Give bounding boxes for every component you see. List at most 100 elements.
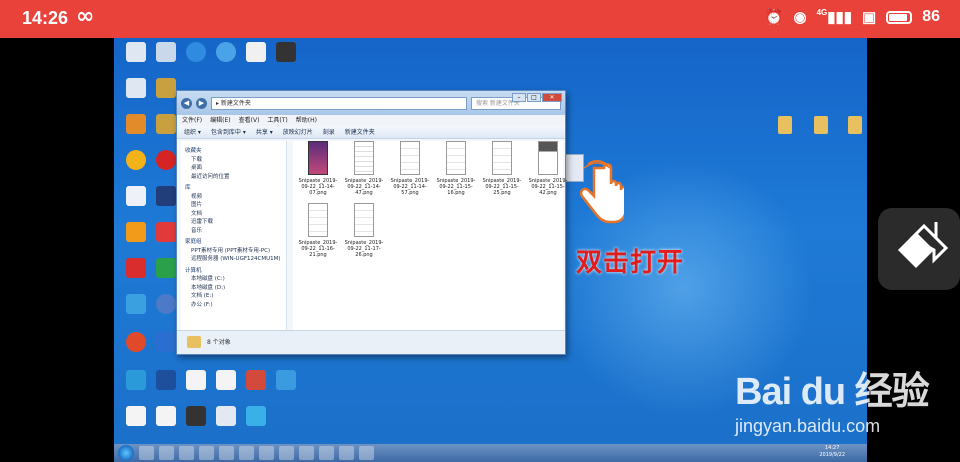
taskbar-app[interactable] [339, 446, 354, 460]
nav-item[interactable]: 远程服务器 (WIN-UGF124CMU1M) [181, 255, 286, 264]
file-item[interactable]: Snipaste_2019-09-22_11-15-42.png [525, 141, 571, 196]
desktop-icon[interactable] [236, 406, 276, 428]
floating-control-button[interactable] [878, 208, 960, 290]
nav-item[interactable]: 文档 [181, 210, 286, 219]
nav-item[interactable]: 音乐 [181, 227, 286, 236]
baidu-logo: Bai du 经验 [735, 371, 930, 413]
include-library-button[interactable]: 包含到库中 ▾ [211, 126, 246, 138]
taskbar-app[interactable] [159, 446, 174, 460]
nav-item[interactable]: 最近访问的位置 [181, 173, 286, 182]
maximize-button[interactable]: □ [527, 93, 541, 102]
file-name: Snipaste_2019-09-22_11-15-16.png [436, 178, 476, 196]
nav-libraries[interactable]: 库 [181, 184, 286, 193]
file-name: Snipaste_2019-09-22_11-14-57.png [390, 178, 430, 196]
menu-view[interactable]: 查看(V) [239, 115, 260, 126]
file-item[interactable]: Snipaste_2019-09-22_11-16-21.png [295, 203, 341, 258]
taskbar-clock[interactable]: 14:27 2019/9/22 [819, 445, 845, 459]
nav-item[interactable]: 桌面 [181, 164, 286, 173]
menu-tools[interactable]: 工具(T) [267, 115, 287, 126]
image-thumbnail [354, 141, 374, 175]
nav-item[interactable]: 视频 [181, 193, 286, 202]
start-button[interactable] [118, 445, 134, 461]
desktop-icon[interactable] [266, 370, 306, 392]
status-time: 14:26 [22, 8, 69, 28]
taskbar-app[interactable] [239, 446, 254, 460]
desktop-icon[interactable] [266, 42, 306, 64]
file-list: Snipaste_2019-09-22_11-14-07.png Snipast… [293, 141, 567, 331]
burn-button[interactable]: 刻录 [323, 126, 335, 138]
taskbar-app[interactable] [199, 446, 214, 460]
file-item[interactable]: Snipaste_2019-09-22_11-14-07.png [295, 141, 341, 196]
battery-icon [886, 10, 913, 24]
new-folder-button[interactable]: 新建文件夹 [345, 126, 375, 138]
window-controls: – □ ✕ [512, 93, 562, 102]
organize-button[interactable]: 组织 ▾ [184, 126, 201, 138]
alarm-icon: ⏰ [764, 9, 784, 26]
taskbar-app[interactable] [179, 446, 194, 460]
nav-item[interactable]: 下载 [181, 156, 286, 165]
back-button[interactable]: ◀ [181, 97, 192, 109]
explorer-title-bar[interactable]: ◀ ▶ ▸ 新建文件夹 搜索 新建文件夹 – □ ✕ [177, 91, 565, 115]
file-name: Snipaste_2019-09-22_11-15-42.png [528, 178, 568, 196]
taskbar-app[interactable] [279, 446, 294, 460]
image-thumbnail [308, 141, 328, 175]
clock-date: 2019/9/22 [819, 452, 845, 458]
file-item[interactable]: Snipaste_2019-09-22_11-15-16.png [433, 141, 479, 196]
infinity-icon: ∞ [76, 4, 95, 29]
phone-screen: 14:26 ∞ ⏰ ◉ 4G▮▮▮ ▣ 86 ◀ ▶ ▸ 新建文件夹 搜索 新建… [0, 0, 960, 462]
menu-bar: 文件(F) 编辑(E) 查看(V) 工具(T) 帮助(H) [177, 115, 565, 126]
image-thumbnail [446, 141, 466, 175]
nav-computer[interactable]: 计算机 [181, 267, 286, 276]
forward-button[interactable]: ▶ [196, 97, 207, 109]
item-count: 8 个对象 [207, 339, 231, 346]
desktop-icon[interactable] [766, 116, 804, 136]
clock-time: 14:27 [824, 445, 840, 451]
menu-edit[interactable]: 编辑(E) [210, 115, 230, 126]
file-item[interactable]: Snipaste_2019-09-22_11-17-26.png [341, 203, 387, 258]
file-item[interactable]: Snipaste_2019-09-22_11-15-25.png [479, 141, 525, 196]
navigation-pane: 收藏夹 下载 桌面 最近访问的位置 库 视频 图片 文档 迅雷下载 音乐 家庭组… [181, 141, 287, 331]
nav-homegroup[interactable]: 家庭组 [181, 238, 286, 247]
taskbar-app[interactable] [359, 446, 374, 460]
nav-item[interactable]: PPT素材专用 (PPT素材专用-PC) [181, 247, 286, 256]
hd-icon: ▣ [862, 9, 877, 26]
address-bar[interactable]: ▸ 新建文件夹 [211, 96, 467, 110]
menu-file[interactable]: 文件(F) [182, 115, 202, 126]
file-name: Snipaste_2019-09-22_11-15-25.png [482, 178, 522, 196]
double-click-annotation: 双击打开 [576, 248, 685, 278]
close-button[interactable]: ✕ [542, 93, 562, 102]
nav-item[interactable]: 图片 [181, 201, 286, 210]
slideshow-button[interactable]: 放映幻灯片 [283, 126, 313, 138]
file-item[interactable]: Snipaste_2019-09-22_11-14-57.png [387, 141, 433, 196]
battery-level: 86 [922, 8, 940, 25]
nav-item[interactable]: 本地磁盘 (D:) [181, 284, 286, 293]
explorer-status-bar: 8 个对象 [177, 330, 565, 354]
taskbar-app[interactable] [139, 446, 154, 460]
image-thumbnail [538, 141, 558, 175]
signal-label: 4G [816, 8, 828, 17]
android-status-bar: 14:26 ∞ ⏰ ◉ 4G▮▮▮ ▣ 86 [0, 0, 960, 38]
taskbar-app[interactable] [219, 446, 234, 460]
file-item[interactable]: Snipaste_2019-09-22_11-14-47.png [341, 141, 387, 196]
nav-item[interactable]: 本地磁盘 (C:) [181, 275, 286, 284]
command-bar: 组织 ▾ 包含到库中 ▾ 共享 ▾ 放映幻灯片 刻录 新建文件夹 [177, 126, 565, 139]
nav-item[interactable]: 迅雷下载 [181, 218, 286, 227]
menu-help[interactable]: 帮助(H) [296, 115, 317, 126]
wifi-icon: ◉ [793, 9, 807, 26]
watermark-url: jingyan.baidu.com [735, 416, 881, 436]
baidu-jingyan-watermark: Bai du 经验 jingyan.baidu.com [735, 360, 930, 436]
file-name: Snipaste_2019-09-22_11-16-21.png [298, 240, 338, 258]
nav-item[interactable]: 办公 (F:) [181, 301, 286, 310]
desktop-icon[interactable] [802, 116, 840, 136]
explorer-window[interactable]: ◀ ▶ ▸ 新建文件夹 搜索 新建文件夹 – □ ✕ 文件(F) 编辑(E) 查… [176, 90, 567, 355]
hand-cursor-icon [579, 160, 624, 224]
minimize-button[interactable]: – [512, 93, 526, 102]
taskbar-app[interactable] [319, 446, 334, 460]
taskbar-app[interactable] [259, 446, 274, 460]
nav-favorites[interactable]: 收藏夹 [181, 147, 286, 156]
nav-item[interactable]: 文档 (E:) [181, 292, 286, 301]
desktop-icon[interactable] [836, 116, 867, 136]
share-button[interactable]: 共享 ▾ [256, 126, 273, 138]
file-name: Snipaste_2019-09-22_11-17-26.png [344, 240, 384, 258]
taskbar-app[interactable] [299, 446, 314, 460]
